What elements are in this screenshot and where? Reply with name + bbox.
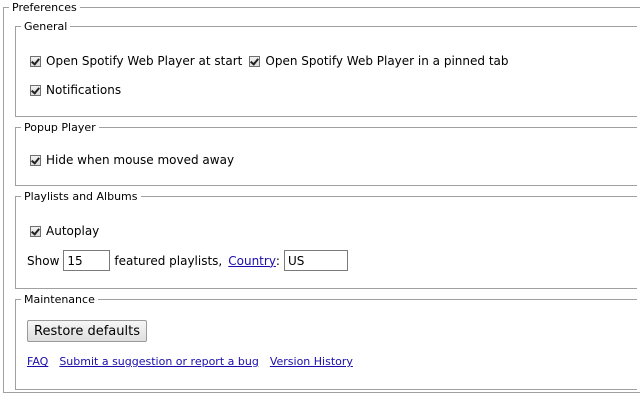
faq-link[interactable]: FAQ <box>27 355 48 369</box>
general-legend: General <box>24 20 68 33</box>
show-label: Show <box>27 253 60 268</box>
version-history-link[interactable]: Version History <box>270 355 353 369</box>
restore-defaults-button[interactable]: Restore defaults <box>27 320 147 342</box>
open-pinned-tab-checkbox[interactable] <box>249 55 261 67</box>
open-at-start-checkbox[interactable] <box>30 55 41 67</box>
autoplay-row: Autoplay <box>30 224 99 238</box>
general-section: General <box>15 20 637 117</box>
featured-count-input[interactable] <box>63 250 111 271</box>
country-colon: : <box>275 253 280 268</box>
general-row-1: Open Spotify Web Player at start Open Sp… <box>30 54 509 68</box>
playlists-albums-section: Playlists and Albums <box>15 190 637 289</box>
open-at-start-label: Open Spotify Web Player at start <box>46 54 243 68</box>
country-input[interactable] <box>283 250 348 271</box>
featured-label: featured playlists, <box>114 253 223 268</box>
maintenance-legend: Maintenance <box>24 293 95 306</box>
suggestion-link[interactable]: Submit a suggestion or report a bug <box>59 355 259 369</box>
preferences-legend: Preferences <box>12 1 77 14</box>
open-pinned-tab-label: Open Spotify Web Player in a pinned tab <box>265 54 509 68</box>
country-link[interactable]: Country <box>228 254 276 268</box>
hide-on-mouse-away-label: Hide when mouse moved away <box>46 153 235 167</box>
hide-on-mouse-away-checkbox[interactable] <box>30 154 41 166</box>
restore-row: Restore defaults <box>27 320 147 342</box>
autoplay-label: Autoplay <box>46 224 100 238</box>
featured-row: Show featured playlists, Country : <box>27 250 348 271</box>
maintenance-links: FAQ Submit a suggestion or report a bug … <box>27 355 364 369</box>
popup-row: Hide when mouse moved away <box>30 153 234 167</box>
notifications-checkbox[interactable] <box>30 84 41 96</box>
playlists-albums-legend: Playlists and Albums <box>24 190 138 203</box>
autoplay-checkbox[interactable] <box>30 225 41 237</box>
notifications-label: Notifications <box>46 83 122 97</box>
general-row-2: Notifications <box>30 83 121 97</box>
popup-player-legend: Popup Player <box>24 121 96 134</box>
